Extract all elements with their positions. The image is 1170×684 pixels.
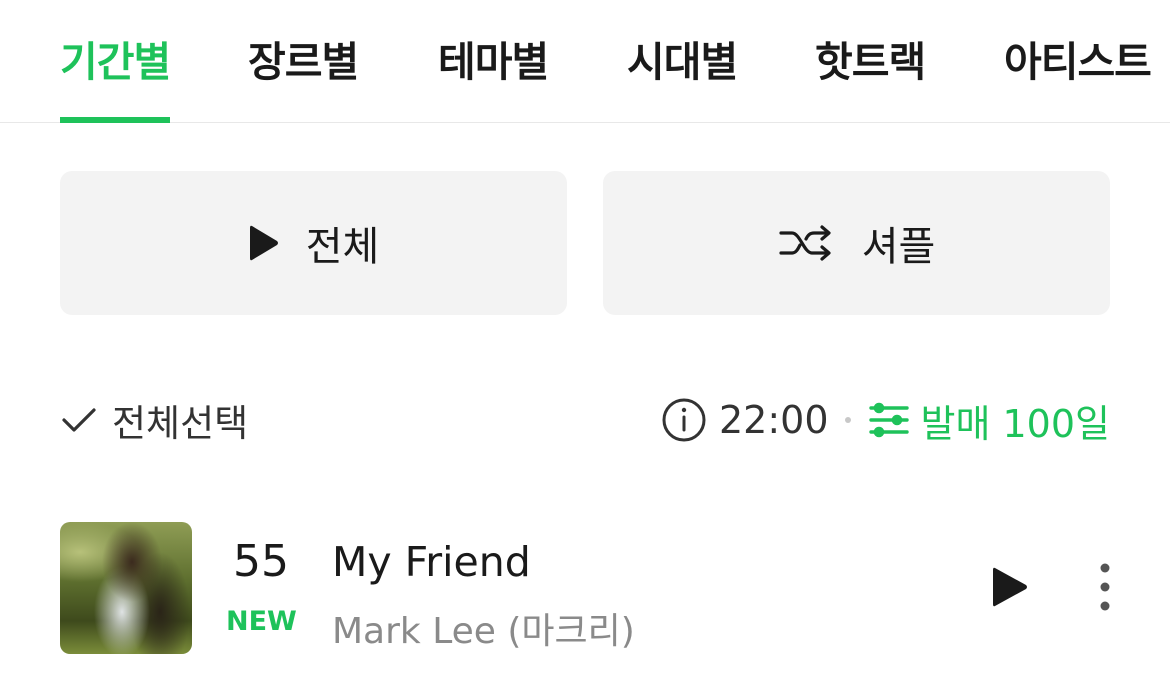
select-all-button[interactable]: 전체선택: [60, 393, 248, 447]
more-icon: [1100, 563, 1110, 611]
check-icon: [62, 408, 96, 432]
update-time[interactable]: 22:00: [661, 397, 829, 443]
filter-label: 발매 100일: [920, 401, 1111, 446]
track-artist[interactable]: Mark Lee (마크리): [332, 602, 635, 654]
tab-artist[interactable]: 아티스트: [1004, 28, 1152, 123]
tab-theme[interactable]: 테마별: [438, 28, 549, 123]
list-toolbar: 전체선택 22:00 발매 100일: [60, 390, 1110, 450]
new-badge: NEW: [226, 606, 297, 637]
album-art[interactable]: [60, 522, 192, 654]
shuffle-label: 셔플: [861, 224, 936, 270]
track-row[interactable]: 55 NEW My Friend Mark Lee (마크리): [60, 522, 1120, 654]
play-icon: [248, 223, 280, 263]
play-all-label: 전체: [305, 224, 380, 270]
play-icon: [993, 567, 1027, 607]
tab-era[interactable]: 시대별: [627, 28, 738, 123]
track-rank: 55: [233, 536, 289, 587]
filter-icon: [868, 402, 909, 438]
tab-genre[interactable]: 장르별: [248, 28, 359, 123]
play-all-button[interactable]: 전체: [60, 171, 567, 315]
tab-period[interactable]: 기간별: [60, 28, 171, 123]
separator-dot: [844, 417, 851, 423]
shuffle-icon: [778, 223, 836, 263]
shuffle-button[interactable]: 셔플: [603, 171, 1110, 315]
track-play-button[interactable]: [990, 564, 1030, 614]
info-icon: [662, 398, 706, 442]
category-tabs: 기간별 장르별 테마별 시대별 핫트랙 아티스트: [0, 0, 1170, 123]
release-filter-button[interactable]: 발매 100일: [867, 393, 1111, 448]
toolbar-right: 22:00 발매 100일: [661, 393, 1110, 448]
track-more-button[interactable]: [1092, 562, 1118, 616]
time-text: 22:00: [718, 398, 829, 442]
chart-page: 기간별 장르별 테마별 시대별 핫트랙 아티스트 전체 셔플 전체선택 22:0…: [0, 0, 1170, 684]
track-title: My Friend: [332, 538, 531, 586]
select-all-label: 전체선택: [112, 402, 249, 445]
tab-hottrack[interactable]: 핫트랙: [815, 28, 926, 123]
